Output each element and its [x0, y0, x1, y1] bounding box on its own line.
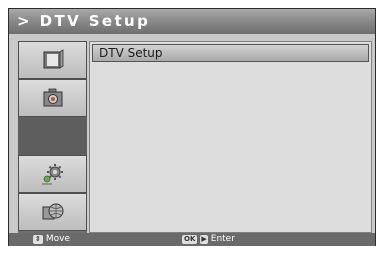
globe-network-icon	[42, 203, 63, 220]
ok-key-icon: OK	[182, 235, 198, 244]
gear-setup-icon	[41, 164, 63, 185]
hint-move-label: Move	[45, 234, 71, 244]
hint-enter: OK ▶ Enter	[182, 233, 235, 246]
hint-enter-label: Enter	[210, 234, 235, 244]
menu-content-panel: DTV Setup	[89, 41, 372, 233]
menu-item-dtv-setup[interactable]: DTV Setup	[92, 44, 369, 62]
sidebar-item-setup[interactable]	[18, 155, 87, 193]
tv-icon	[43, 49, 63, 69]
right-arrow-key-icon: ▶	[200, 235, 208, 244]
sidebar-item-picture[interactable]	[18, 79, 87, 117]
sidebar-item-empty	[18, 117, 87, 155]
window-title: > DTV Setup	[9, 9, 375, 34]
sidebar-item-network[interactable]	[18, 193, 87, 231]
sidebar-item-tv[interactable]	[18, 41, 87, 79]
dtv-setup-window: > DTV Setup DTV Setup ⇕ Move OK ▶ Enter	[8, 8, 376, 246]
sidebar-menu	[18, 41, 87, 233]
camera-icon	[43, 88, 62, 107]
updown-key-icon: ⇕	[33, 235, 43, 244]
footer-hint-bar: ⇕ Move OK ▶ Enter	[9, 233, 375, 246]
hint-move: ⇕ Move	[33, 233, 70, 246]
